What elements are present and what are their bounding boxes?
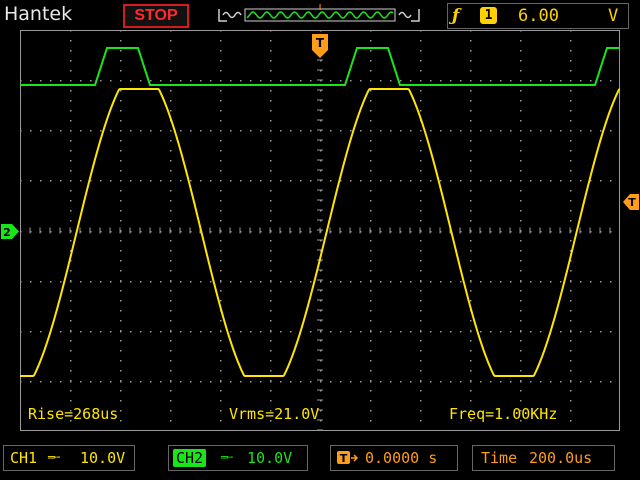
svg-text:T: T (340, 452, 348, 465)
trigger-time-marker-icon[interactable]: T (311, 33, 329, 59)
frequency-measurement: Freq=1.00KHz (449, 405, 558, 423)
dc-coupling-icon: ═╌ (48, 451, 60, 464)
trigger-settings-panel[interactable]: ƒ 1 6.00 V (447, 3, 629, 29)
timebase-value: 200.0us (529, 449, 593, 467)
top-status-bar: Hantek STOP T ƒ 1 6.00 V (0, 0, 640, 30)
trigger-level-value: 6.00 (518, 6, 559, 26)
vrms-measurement: Vrms=21.0V (229, 405, 320, 423)
ch2-label: CH2 (173, 449, 207, 467)
trigger-source-badge: 1 (480, 7, 497, 24)
run-stop-status[interactable]: STOP (123, 4, 189, 28)
dc-coupling-icon: ═╌ (221, 451, 233, 464)
ch2-volts-per-div: 10.0V (247, 449, 293, 467)
trigger-position-settings[interactable]: T 0.0000 s (330, 445, 458, 471)
graticule (20, 30, 620, 431)
rise-time-measurement: Rise=268us (28, 405, 119, 423)
memory-trigger-marker: T (316, 4, 324, 13)
trigger-position-icon: T (337, 451, 359, 465)
timebase-label: Time (481, 449, 518, 467)
trigger-time-marker-label: T (316, 36, 325, 50)
svg-text:2: 2 (3, 226, 11, 239)
ch1-settings[interactable]: CH1 ═╌ 10.0V (3, 445, 135, 471)
trigger-level-marker-label: T (628, 196, 636, 209)
trigger-level-marker-icon[interactable]: T (622, 193, 640, 211)
waveform-display[interactable] (20, 30, 620, 431)
waveform-memory-overview[interactable]: T (215, 2, 423, 26)
ch1-label: CH1 (10, 449, 38, 467)
brand-logo: Hantek (4, 3, 73, 25)
timebase-settings[interactable]: Time 200.0us (472, 445, 615, 471)
trigger-position-value: 0.0000 s (365, 449, 438, 467)
oscilloscope-grid (20, 30, 620, 431)
ch2-settings[interactable]: CH2 ═╌ 10.0V (168, 445, 308, 471)
ch1-volts-per-div: 10.0V (80, 449, 126, 467)
rising-edge-f-icon: ƒ (452, 6, 460, 26)
ch2-ground-marker-icon[interactable]: 2 (0, 223, 20, 240)
trigger-level-unit: V (608, 6, 619, 26)
memory-window-icon: T (218, 2, 420, 22)
